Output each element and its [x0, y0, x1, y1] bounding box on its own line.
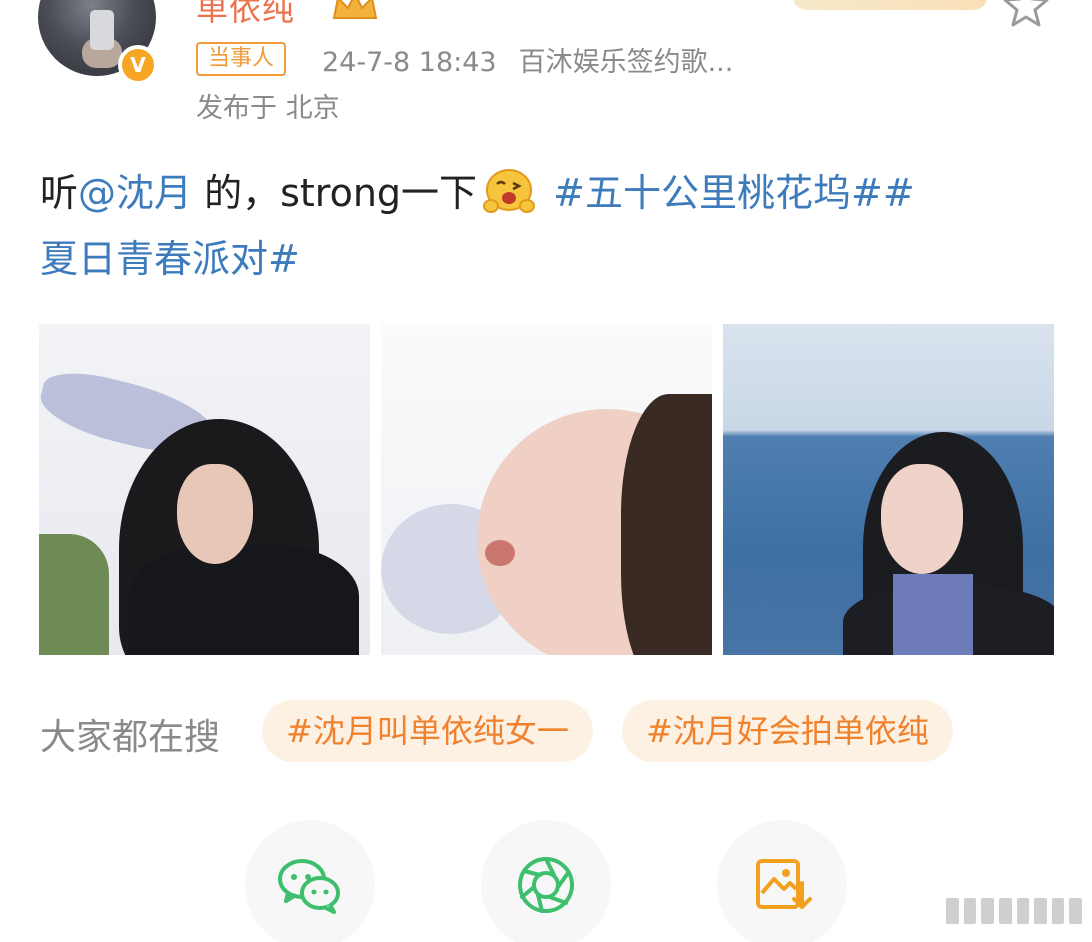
save-image-button[interactable]: [717, 820, 847, 942]
hashtag-link-1[interactable]: #五十公里桃花坞##: [541, 171, 915, 215]
post-photo-2[interactable]: [381, 324, 712, 655]
post-photo-1[interactable]: [39, 324, 370, 655]
wechat-icon: [278, 859, 340, 914]
fan-badge-decoration: [792, 0, 988, 10]
mention-link[interactable]: @沈月: [78, 171, 192, 215]
username[interactable]: 单依纯: [196, 0, 295, 30]
laughing-emoji-icon: [483, 169, 536, 213]
trending-label: 大家都在搜: [40, 717, 221, 758]
star-icon[interactable]: [1002, 0, 1050, 28]
moments-icon: [518, 857, 574, 913]
share-moments-button[interactable]: [481, 820, 611, 942]
hashtag-link-2[interactable]: 夏日青春派对#: [40, 237, 300, 281]
post-source[interactable]: 百沐娱乐签约歌...: [519, 47, 734, 78]
post-text-middle: 的，strong一下: [192, 171, 478, 215]
watermark: [946, 898, 1082, 924]
trending-item[interactable]: #沈月好会拍单依纯: [622, 700, 953, 762]
role-tag: 当事人: [196, 42, 287, 76]
save-image-icon: [756, 859, 812, 909]
crown-badge-icon: [332, 0, 378, 19]
trending-item[interactable]: #沈月叫单依纯女一: [262, 700, 593, 762]
verified-badge-icon: V: [118, 45, 158, 85]
post-photo-3[interactable]: [723, 324, 1054, 655]
post-text: 听@沈月 的，strong一下 #五十公里桃花坞## 夏日青春派对#: [40, 160, 1060, 292]
share-wechat-button[interactable]: [245, 820, 375, 942]
post-meta: 24-7-8 18:43 百沐娱乐签约歌...: [322, 40, 733, 79]
post-location: 发布于 北京: [196, 93, 340, 124]
post-timestamp: 24-7-8 18:43: [322, 47, 497, 78]
post-text-prefix: 听: [40, 171, 79, 215]
